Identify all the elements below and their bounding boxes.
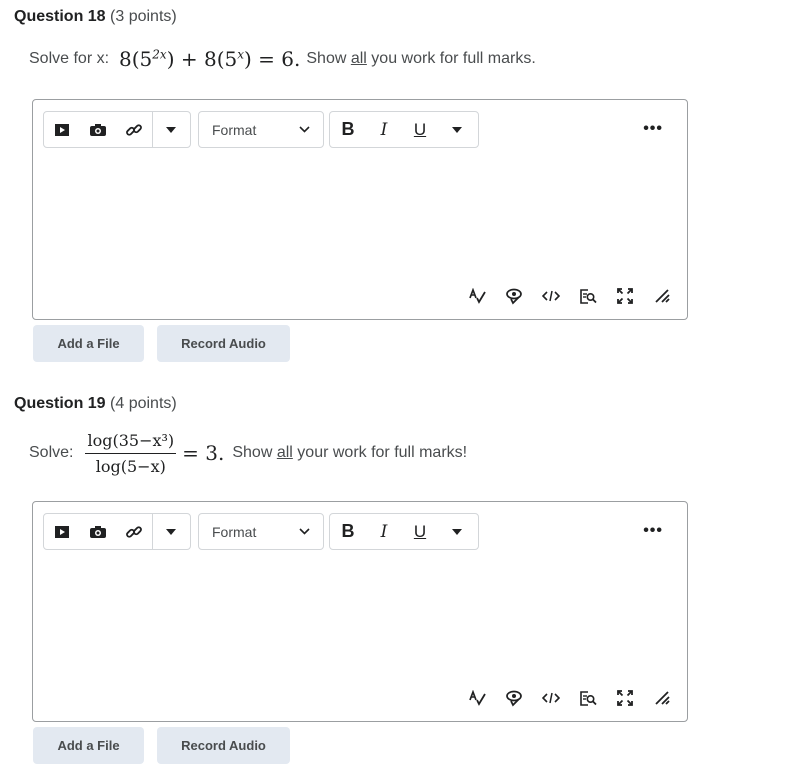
bold-button[interactable]: B bbox=[330, 112, 366, 147]
eq-exponent: 2x bbox=[152, 47, 167, 62]
accessibility-icon[interactable] bbox=[505, 689, 523, 707]
prompt-suffix-pre: Show bbox=[232, 444, 277, 461]
video-icon[interactable] bbox=[44, 514, 80, 549]
prompt-suffix-post: your work for full marks! bbox=[292, 444, 468, 461]
prompt-prefix: Solve: bbox=[29, 444, 74, 461]
question-label: Question 19 bbox=[14, 395, 106, 412]
eq-part: ) + 8(5 bbox=[166, 47, 238, 71]
format-dropdown[interactable]: Format bbox=[199, 514, 322, 549]
underline-button[interactable]: U bbox=[402, 112, 438, 147]
video-icon[interactable] bbox=[44, 112, 80, 147]
prompt-suffix-pre: Show bbox=[306, 50, 351, 67]
chevron-down-icon bbox=[299, 126, 310, 133]
italic-button[interactable]: I bbox=[366, 112, 402, 147]
eq-part: 8(5 bbox=[119, 47, 153, 71]
camera-icon[interactable] bbox=[80, 514, 116, 549]
question-label: Question 18 bbox=[14, 8, 106, 25]
chevron-down-icon[interactable] bbox=[153, 112, 189, 147]
text-style-group: B I U bbox=[329, 513, 479, 550]
spellcheck-icon[interactable] bbox=[468, 287, 486, 305]
answer-editor-19[interactable]: Format B I U ••• bbox=[32, 501, 688, 722]
fullscreen-icon[interactable] bbox=[616, 287, 634, 305]
question-points: (3 points) bbox=[110, 8, 177, 25]
source-code-icon[interactable] bbox=[542, 689, 560, 707]
format-select[interactable]: Format bbox=[198, 111, 324, 148]
prompt-suffix-underline: all bbox=[276, 444, 293, 461]
bold-button[interactable]: B bbox=[330, 514, 366, 549]
preview-icon[interactable] bbox=[579, 689, 597, 707]
record-audio-button[interactable]: Record Audio bbox=[157, 325, 290, 362]
editor-status-bar bbox=[468, 689, 671, 707]
italic-button[interactable]: I bbox=[366, 514, 402, 549]
prompt-suffix-post: you work for full marks. bbox=[366, 50, 536, 67]
fullscreen-icon[interactable] bbox=[616, 689, 634, 707]
format-dropdown[interactable]: Format bbox=[199, 112, 322, 147]
underline-button[interactable]: U bbox=[402, 514, 438, 549]
question-19-heading: Question 19 (4 points) bbox=[14, 395, 177, 413]
eq-exponent: x bbox=[237, 47, 245, 62]
spellcheck-icon[interactable] bbox=[468, 689, 486, 707]
more-icon[interactable]: ••• bbox=[643, 120, 663, 138]
equation-rhs: = 3. bbox=[182, 441, 225, 465]
format-label: Format bbox=[212, 121, 257, 138]
answer-editor-18[interactable]: Format B I U ••• bbox=[32, 99, 688, 320]
eq-part: ) = 6. bbox=[244, 47, 301, 71]
text-style-group: B I U bbox=[329, 111, 479, 148]
equation: 8(52x) + 8(5x) = 6. bbox=[119, 47, 300, 71]
fraction-denominator: log(5−x) bbox=[95, 456, 166, 476]
more-icon[interactable]: ••• bbox=[643, 522, 663, 540]
insert-toolbar-group bbox=[43, 513, 191, 550]
prompt-suffix-underline: all bbox=[350, 50, 367, 67]
chevron-down-icon[interactable] bbox=[438, 112, 476, 147]
add-file-button[interactable]: Add a File bbox=[33, 325, 144, 362]
camera-icon[interactable] bbox=[80, 112, 116, 147]
insert-toolbar-group bbox=[43, 111, 191, 148]
resize-handle-icon[interactable] bbox=[653, 689, 671, 707]
chevron-down-icon bbox=[299, 528, 310, 535]
fraction-numerator: log(35−x³) bbox=[85, 431, 177, 454]
source-code-icon[interactable] bbox=[542, 287, 560, 305]
link-icon[interactable] bbox=[116, 112, 152, 147]
format-label: Format bbox=[212, 523, 257, 540]
equation-fraction: log(35−x³) log(5−x) bbox=[85, 431, 177, 476]
add-file-button[interactable]: Add a File bbox=[33, 727, 144, 764]
prompt-prefix: Solve for x: bbox=[29, 50, 110, 67]
question-18-heading: Question 18 (3 points) bbox=[14, 8, 177, 26]
chevron-down-icon[interactable] bbox=[153, 514, 189, 549]
preview-icon[interactable] bbox=[579, 287, 597, 305]
question-19-prompt: Solve: log(35−x³) log(5−x) = 3. Show all… bbox=[29, 426, 467, 480]
chevron-down-icon[interactable] bbox=[438, 514, 476, 549]
question-points: (4 points) bbox=[110, 395, 177, 412]
accessibility-icon[interactable] bbox=[505, 287, 523, 305]
resize-handle-icon[interactable] bbox=[653, 287, 671, 305]
question-18-prompt: Solve for x: 8(52x) + 8(5x) = 6. Show al… bbox=[29, 42, 536, 76]
editor-status-bar bbox=[468, 287, 671, 305]
record-audio-button[interactable]: Record Audio bbox=[157, 727, 290, 764]
link-icon[interactable] bbox=[116, 514, 152, 549]
format-select[interactable]: Format bbox=[198, 513, 324, 550]
